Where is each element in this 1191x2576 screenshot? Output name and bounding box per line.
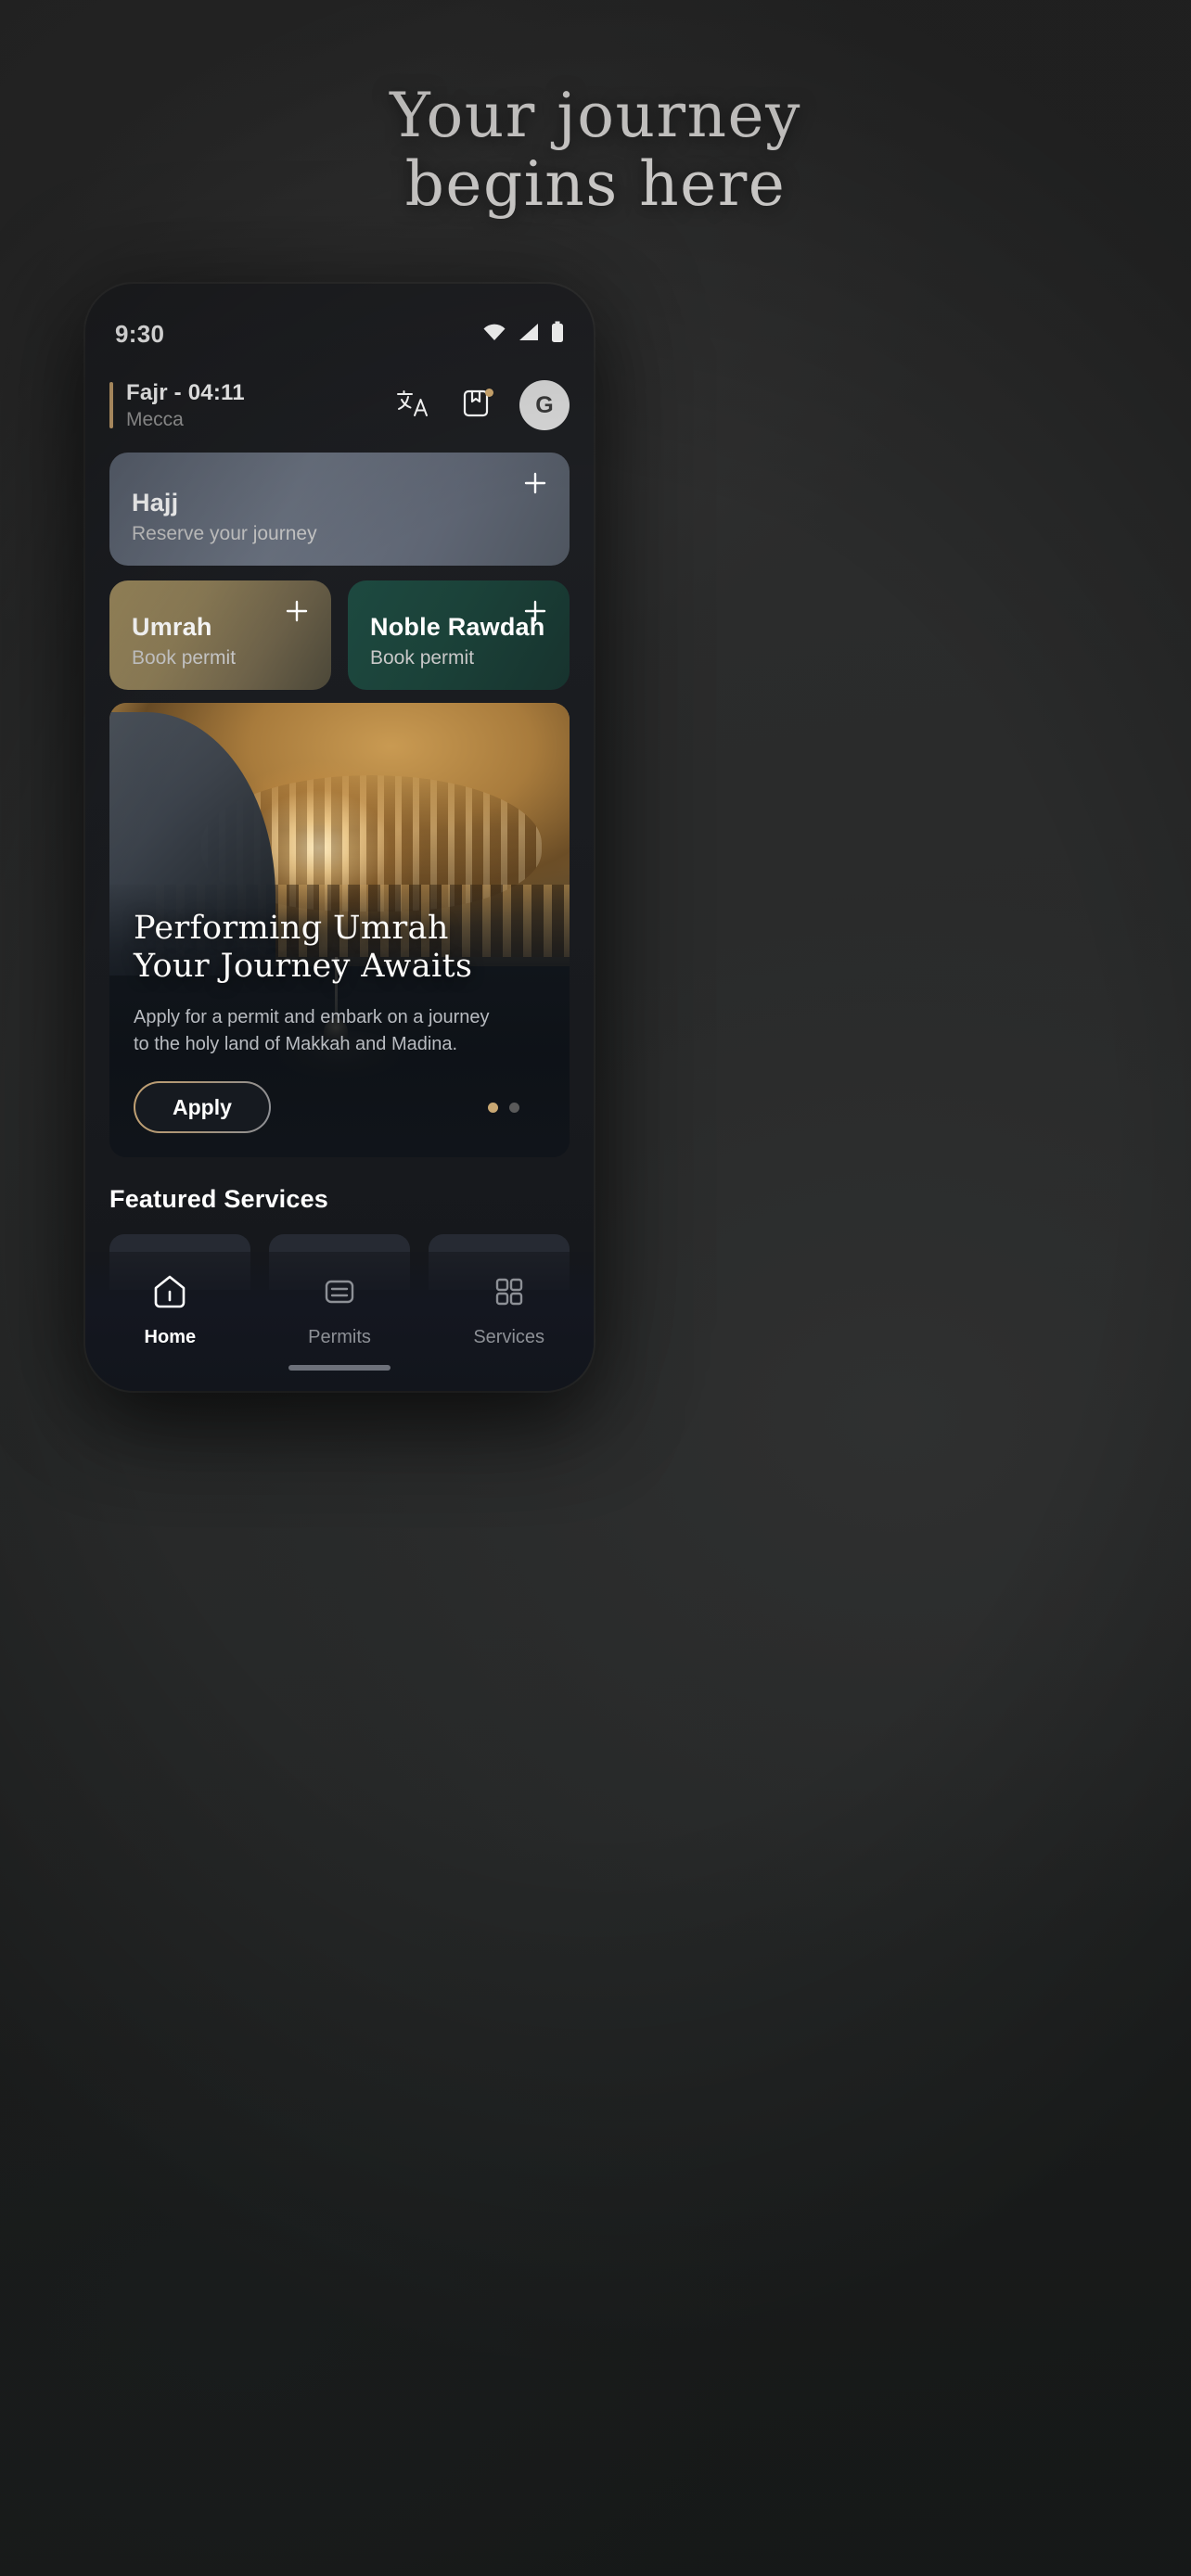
quick-action-cards: Hajj Reserve your journey Umrah Book per… — [109, 453, 570, 690]
card-hajj[interactable]: Hajj Reserve your journey — [109, 453, 570, 566]
home-indicator[interactable] — [288, 1365, 391, 1371]
bottom-navigation: Home Permits Services — [85, 1252, 594, 1391]
status-bar-icons — [482, 321, 564, 348]
home-icon — [150, 1272, 189, 1316]
headline-line-1: Your journey — [390, 80, 801, 151]
plus-icon[interactable] — [283, 597, 311, 625]
permits-card-icon — [320, 1272, 359, 1316]
featured-services-title: Featured Services — [109, 1185, 329, 1213]
accent-bar — [109, 382, 113, 428]
card-noble-rawdah[interactable]: Noble Rawdah Book permit — [348, 580, 570, 690]
page-title: Your journey begins here — [0, 82, 1191, 219]
page-background: Your journey begins here 9:30 Fajr - 04:… — [0, 0, 1191, 2576]
apply-button[interactable]: Apply — [134, 1081, 271, 1133]
banner-desc-line-1: Apply for a permit and embark on a journ… — [134, 1007, 490, 1028]
carousel-pagination — [488, 1102, 519, 1113]
header-actions: G — [393, 380, 570, 430]
notification-dot — [485, 389, 493, 397]
nav-label: Permits — [308, 1327, 371, 1347]
app-header: Fajr - 04:11 Mecca G — [85, 369, 594, 441]
banner-title-line-1: Performing Umrah — [134, 909, 449, 947]
card-subtitle: Book permit — [132, 647, 237, 669]
headline-line-2: begins here — [404, 147, 787, 220]
card-title: Hajj — [132, 489, 179, 516]
plus-icon[interactable] — [521, 469, 549, 497]
translate-icon — [396, 389, 429, 423]
pagination-dot-active[interactable] — [488, 1102, 498, 1113]
battery-icon — [551, 321, 564, 348]
language-button[interactable] — [393, 386, 432, 425]
cellular-signal-icon — [518, 323, 540, 346]
nav-label: Services — [473, 1327, 545, 1347]
banner-title: Performing Umrah Your Journey Awaits — [134, 910, 532, 987]
card-umrah[interactable]: Umrah Book permit — [109, 580, 331, 690]
status-bar: 9:30 — [85, 312, 594, 356]
plus-icon[interactable] — [521, 597, 549, 625]
prayer-city: Mecca — [126, 408, 184, 430]
banner-desc-line-2: to the holy land of Makkah and Madina. — [134, 1033, 458, 1054]
phone-mockup: 9:30 Fajr - 04:11 Mecca G Hajj Reserve y… — [85, 284, 594, 1391]
status-bar-clock: 9:30 — [115, 319, 165, 348]
banner-title-line-2: Your Journey Awaits — [134, 947, 473, 985]
grid-squares-icon — [490, 1272, 529, 1316]
bookmark-button[interactable] — [456, 386, 495, 425]
nav-item-services[interactable]: Services — [424, 1272, 594, 1348]
avatar[interactable]: G — [519, 380, 570, 430]
card-subtitle: Book permit — [370, 647, 475, 669]
nav-item-permits[interactable]: Permits — [255, 1272, 425, 1348]
promo-banner[interactable]: Performing Umrah Your Journey Awaits App… — [109, 703, 570, 1157]
nav-item-home[interactable]: Home — [85, 1272, 255, 1348]
card-subtitle: Reserve your journey — [132, 523, 317, 544]
nav-label: Home — [144, 1327, 197, 1347]
wifi-icon — [482, 323, 506, 346]
banner-description: Apply for a permit and embark on a journ… — [134, 1004, 532, 1057]
prayer-name-time: Fajr - 04:11 — [126, 379, 245, 405]
prayer-time-block[interactable]: Fajr - 04:11 Mecca — [109, 380, 393, 431]
pagination-dot[interactable] — [509, 1102, 519, 1113]
